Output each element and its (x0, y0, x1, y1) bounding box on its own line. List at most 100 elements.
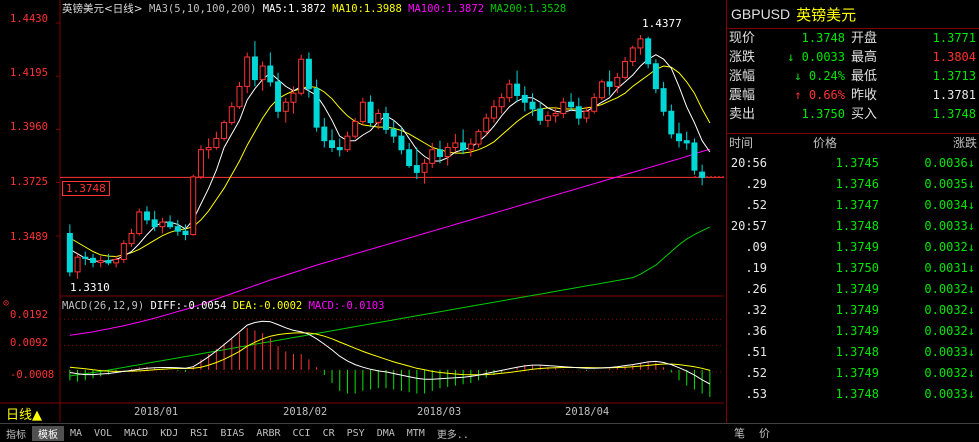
tick-change: 0.0032↓ (924, 282, 975, 296)
toolbar-item[interactable]: DMA (371, 428, 401, 439)
quote-value: ↓ 0.0033 (787, 50, 845, 64)
candle-body (606, 81, 613, 87)
candle-body (382, 113, 390, 130)
legend-ma10: MA10:1.3988 (332, 3, 402, 15)
candle-body (151, 219, 158, 228)
tick-time: .51 (745, 345, 767, 359)
quote-value: 1.3748 (932, 107, 976, 121)
toolbar-item[interactable]: VOL (88, 428, 118, 439)
quote-label: 最低 (851, 69, 878, 84)
ma5-line (69, 54, 711, 263)
toolbar-item[interactable]: 指标 (0, 426, 32, 441)
candle-body (390, 128, 397, 137)
tick-time: .32 (745, 303, 767, 317)
quote-header: GBPUSD 英镑美元 (727, 0, 979, 29)
x-axis-label: 2018/04 (565, 406, 610, 418)
toolbar-item[interactable]: MTM (401, 428, 431, 439)
candle-body (205, 146, 212, 151)
candle-body (89, 257, 96, 263)
candle-body (282, 101, 289, 112)
candle-body (475, 131, 482, 145)
current-price-tag: 1.3748 (62, 181, 110, 196)
tick-header-price: 价格 (812, 136, 837, 150)
tick-change: 0.0033↓ (924, 387, 975, 401)
tick-row: 20:56 1.3745 0.0036↓ (727, 153, 979, 174)
settings-dot-icon[interactable]: ⊙ (3, 298, 9, 309)
toolbar-item[interactable]: RSI (184, 428, 214, 439)
candle-body (167, 221, 174, 228)
macd-axis-label: 0.0192 (10, 309, 48, 321)
tick-change: 0.0035↓ (924, 177, 975, 191)
candle-body (290, 92, 297, 103)
y-axis-label: 1.3725 (10, 176, 48, 188)
candle-body (444, 146, 451, 158)
candle-body (652, 63, 659, 90)
main-legend: 英镑美元<日线> MA3(5,10,100,200) MA5:1.3872 MA… (62, 1, 566, 16)
toolbar-right-item[interactable]: 笔 (734, 425, 745, 441)
toolbar-right: 笔价 (734, 425, 770, 441)
candle-body (436, 149, 443, 158)
toolbar-item[interactable]: ARBR (250, 428, 286, 439)
tick-time: .53 (745, 387, 767, 401)
toolbar-right-item[interactable]: 价 (759, 425, 770, 441)
quote-label: 昨收 (851, 88, 878, 103)
candle-body (105, 260, 112, 264)
quote-value: 1.3713 (932, 69, 976, 83)
y-axis-label: 1.4195 (10, 67, 48, 79)
candle-body (514, 83, 521, 96)
candle-body (591, 97, 598, 112)
period-selector[interactable]: 日线▲ (6, 404, 42, 423)
dea-line (69, 332, 711, 376)
tick-price: 1.3748 (835, 345, 879, 359)
toolbar-item[interactable]: CCI (287, 428, 317, 439)
candle-body (251, 56, 258, 81)
candle-body (691, 142, 698, 171)
tick-change: 0.0031↓ (924, 261, 975, 275)
tick-price: 1.3746 (835, 177, 879, 191)
candle-body (336, 146, 343, 151)
chart-area[interactable] (0, 0, 726, 423)
toolbar-item[interactable]: BIAS (214, 428, 250, 439)
candle-body (197, 149, 204, 178)
candle-body (321, 126, 328, 142)
candle-body (537, 108, 544, 121)
candle-body (398, 135, 405, 151)
macd-axis-label: -0.0008 (10, 369, 55, 381)
macd-params: MACD(26,12,9) (62, 300, 145, 312)
candle-body (544, 115, 551, 121)
candle-body (143, 211, 150, 221)
tick-change: 0.0032↓ (924, 324, 975, 338)
candle-body (568, 101, 575, 108)
toolbar-item[interactable]: CR (317, 428, 341, 439)
tick-price: 1.3748 (835, 387, 879, 401)
y-axis-label: 1.3489 (10, 231, 48, 243)
toolbar-item[interactable]: 模板 (32, 425, 64, 441)
candle-body (637, 38, 644, 49)
toolbar-item[interactable]: MA (64, 428, 88, 439)
tick-change: 0.0036↓ (924, 156, 975, 170)
quote-label: 震幅 (729, 88, 756, 103)
candle-body (498, 97, 505, 108)
tick-price: 1.3749 (835, 366, 879, 380)
tick-row: .52 1.3747 0.0034↓ (727, 195, 979, 216)
candle-body (683, 140, 690, 144)
toolbar-item[interactable]: MACD (118, 428, 154, 439)
toolbar-item[interactable]: 更多.. (431, 426, 475, 441)
toolbar-item[interactable]: KDJ (154, 428, 184, 439)
tick-header: 时间 价格 涨跌 (727, 133, 979, 151)
candle-body (190, 176, 197, 236)
toolbar-item[interactable]: PSY (341, 428, 371, 439)
x-axis-label: 2018/03 (417, 406, 462, 418)
tick-row: .32 1.3749 0.0032↓ (727, 300, 979, 321)
tick-price: 1.3749 (835, 303, 879, 317)
candle-body (367, 101, 374, 124)
candle-body (128, 232, 135, 245)
candle-body (228, 106, 235, 124)
candle-body (506, 83, 513, 99)
candle-body (298, 58, 305, 94)
tick-header-change: 涨跌 (952, 136, 977, 150)
tick-price: 1.3749 (835, 324, 879, 338)
candle-body (583, 110, 590, 119)
tick-time: 20:56 (730, 156, 767, 170)
symbol-name: 英镑美元 (796, 5, 857, 24)
